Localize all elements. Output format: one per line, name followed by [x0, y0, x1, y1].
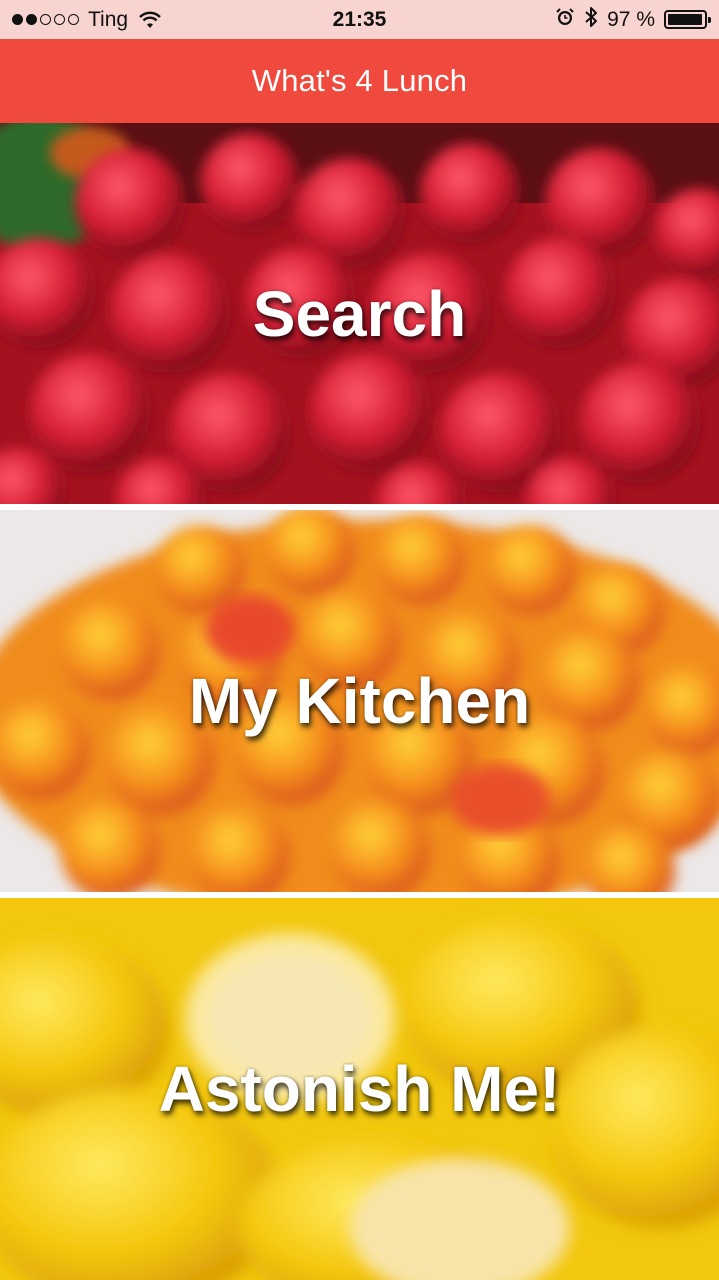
astonish-me-tile-label: Astonish Me!: [158, 1053, 561, 1125]
battery-tip: [708, 17, 711, 23]
app-screen: Ting 21:35 97 % What's 4 Lunch Search My…: [0, 0, 719, 1280]
status-right: 97 %: [546, 0, 711, 39]
bluetooth-icon: [584, 6, 598, 34]
navigation-bar: What's 4 Lunch: [0, 39, 719, 123]
battery-fill: [668, 14, 702, 25]
astonish-me-tile-button[interactable]: Astonish Me!: [0, 898, 719, 1280]
app-title: What's 4 Lunch: [251, 63, 468, 98]
status-bar: Ting 21:35 97 %: [0, 0, 719, 39]
my-kitchen-tile-button[interactable]: My Kitchen: [0, 510, 719, 892]
battery-icon: [664, 10, 711, 29]
search-tile-label: Search: [252, 277, 467, 350]
my-kitchen-tile-label: My Kitchen: [188, 665, 531, 737]
battery-percent: 97 %: [607, 7, 655, 31]
alarm-icon: [555, 7, 575, 33]
search-tile-button[interactable]: Search: [0, 123, 719, 504]
